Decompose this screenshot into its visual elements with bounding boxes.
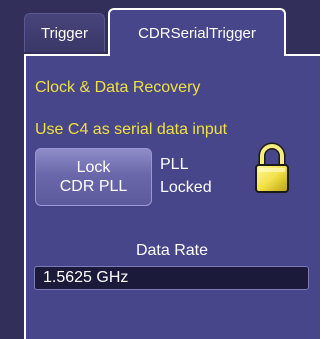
tab-trigger[interactable]: Trigger [24, 13, 105, 52]
pll-status-line1: PLL [160, 156, 189, 173]
section-title: Clock & Data Recovery [35, 79, 201, 96]
tab-cdr-serial-trigger-label: CDRSerialTrigger [138, 24, 256, 42]
lock-button-line2: CDR PLL [59, 178, 128, 195]
pll-status: PLL Locked [160, 153, 212, 199]
data-rate-field[interactable]: 1.5625 GHz [34, 266, 309, 290]
tab-cdr-serial-trigger[interactable]: CDRSerialTrigger [108, 8, 286, 56]
lock-button-line1: Lock [76, 159, 111, 176]
tab-trigger-label: Trigger [41, 24, 88, 42]
data-rate-label: Data Rate [135, 242, 209, 259]
lock-cdr-pll-button[interactable]: Lock CDR PLL [35, 148, 152, 206]
pll-status-line2: Locked [160, 179, 212, 196]
padlock-icon [255, 142, 289, 193]
serial-input-info: Use C4 as serial data input [35, 121, 228, 138]
